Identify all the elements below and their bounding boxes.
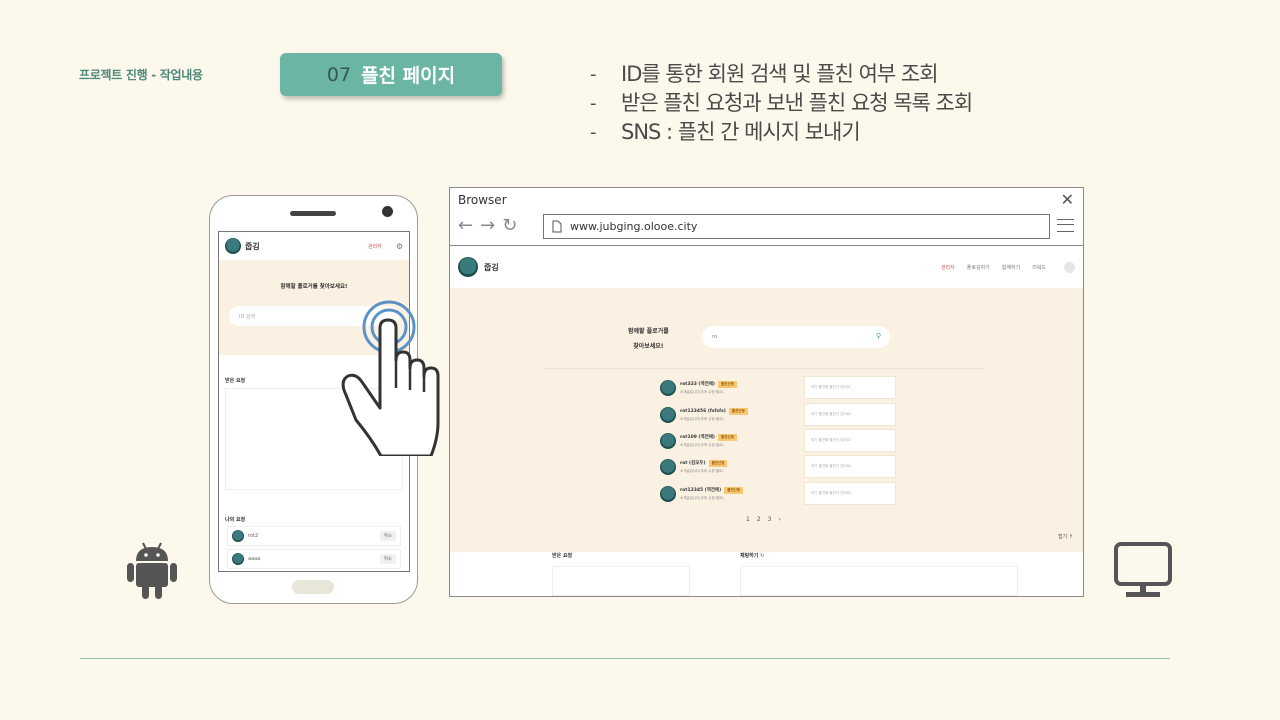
search-result-row: rot (김모두) 플친신청 소개글입니다(추후 수정 필요) 여기 플친할 플친…	[660, 455, 896, 478]
web-header: 줍깅 관리자 플로깅하기 함께하기 리워드	[450, 246, 1083, 288]
title-number: 07	[326, 63, 352, 86]
received-requests-box	[552, 566, 690, 596]
avatar	[660, 458, 676, 475]
menu-icon[interactable]: ⚙	[396, 242, 403, 251]
avatar	[660, 432, 676, 449]
web-search-input[interactable]: ro ⚲	[702, 326, 890, 348]
hamburger-menu-icon[interactable]	[1057, 219, 1074, 232]
logo-icon	[225, 238, 241, 254]
mobile-sent-label: 나의 요청	[225, 517, 246, 523]
browser-nav: ← → ↻	[458, 215, 517, 236]
chat-box	[740, 566, 1018, 596]
logo-icon	[458, 257, 478, 277]
web-hero: 함께할 플로거를 찾아보세요! ro ⚲ rot323 (역전에) 플친신청 소개…	[450, 288, 1083, 552]
message-box[interactable]: 여기 플친할 플친이 있어요!	[804, 455, 896, 478]
page-icon	[552, 220, 562, 233]
friend-request-button[interactable]: 플친신청	[724, 486, 744, 494]
message-box[interactable]: 여기 플친할 플친이 있어요!	[804, 482, 896, 505]
android-icon	[127, 542, 177, 599]
list-item: rot2 취소	[227, 526, 401, 546]
fold-button[interactable]: 접기 ↑	[1058, 533, 1073, 540]
bullet-item: - 받은 플친 요청과 보낸 플친 요청 목록 조회	[590, 91, 973, 115]
web-page: 줍깅 관리자 플로깅하기 함께하기 리워드 함께할 플로거를 찾아보세요! ro…	[450, 246, 1083, 596]
divider	[544, 368, 984, 369]
desktop-monitor-icon	[1114, 542, 1172, 597]
chat-label: 채팅하기 ↻	[740, 553, 765, 559]
friend-request-button[interactable]: 플친신청	[717, 433, 737, 441]
phone-camera	[382, 206, 393, 217]
profile-icon[interactable]	[1064, 261, 1075, 273]
nav-admin[interactable]: 관리자	[941, 264, 955, 271]
nav-together[interactable]: 함께하기	[1002, 264, 1020, 271]
avatar	[660, 379, 676, 396]
friend-request-button[interactable]: 플친신청	[728, 407, 748, 415]
search-result-row: rot323 (역전에) 플친신청 소개글입니다(추후 수정 필요) 여기 플친할…	[660, 376, 896, 399]
web-logo-text[interactable]: 줍깅	[484, 262, 935, 273]
back-arrow-icon[interactable]: ←	[458, 215, 473, 236]
footer-divider	[80, 658, 1170, 659]
mobile-admin-link[interactable]: 관리자	[368, 243, 382, 250]
message-box[interactable]: 여기 플친할 플친이 있어요!	[804, 376, 896, 399]
search-icon[interactable]: ⚲	[876, 332, 881, 340]
avatar	[660, 485, 676, 502]
web-lead: 함께할 플로거를 찾아보세요!	[628, 328, 669, 350]
list-item: aaaa 취소	[227, 549, 401, 569]
search-result-row: rot123456 (fsfsfs) 플친신청 소개글입니다(추후 수정 필요) …	[660, 403, 896, 426]
nav-reward[interactable]: 리워드	[1032, 264, 1046, 271]
close-icon[interactable]: ✕	[1061, 190, 1074, 209]
next-page-link[interactable]: ›	[778, 516, 780, 523]
bullet-item: - ID를 통한 회원 검색 및 플친 여부 조회	[590, 62, 939, 86]
avatar	[660, 406, 676, 423]
phone-speaker	[290, 211, 336, 216]
bullet-item: - SNS : 플친 간 메시지 보내기	[590, 120, 861, 144]
web-nav: 관리자 플로깅하기 함께하기 리워드	[941, 264, 1046, 271]
avatar	[232, 530, 244, 542]
nav-plogging[interactable]: 플로깅하기	[967, 264, 990, 271]
friend-request-button[interactable]: 플친신청	[708, 459, 728, 467]
refresh-icon[interactable]: ↻	[760, 553, 764, 559]
pagination: 1 2 3 ›	[746, 516, 781, 523]
browser-title: Browser	[458, 193, 507, 207]
received-requests-label: 받은 요청	[552, 553, 573, 559]
phone-home-button	[292, 580, 334, 594]
page-link[interactable]: 3	[768, 516, 772, 523]
search-result-row: rot12345 (역전에) 플친신청 소개글입니다(추후 수정 필요) 여기 플…	[660, 482, 896, 505]
message-box[interactable]: 여기 플친할 플친이 있어요!	[804, 403, 896, 426]
cancel-button[interactable]: 취소	[379, 531, 396, 541]
forward-arrow-icon[interactable]: →	[480, 215, 495, 236]
section-label: 프로젝트 진행 - 작업내용	[79, 68, 203, 82]
feature-bullets: - ID를 통한 회원 검색 및 플친 여부 조회 - 받은 플친 요청과 보낸 플…	[590, 60, 973, 147]
title-text: 플친 페이지	[361, 65, 456, 87]
slide-title: 07 플친 페이지	[280, 53, 502, 96]
avatar	[232, 553, 244, 565]
url-text: www.jubging.olooe.city	[570, 220, 698, 233]
refresh-icon[interactable]: ↻	[502, 215, 517, 236]
cancel-button[interactable]: 취소	[379, 554, 396, 564]
friend-request-button[interactable]: 플친신청	[717, 380, 737, 388]
mobile-header: 줍깅 관리자 ⚙	[219, 232, 409, 260]
search-result-row: rot109 (역전에) 플친신청 소개글입니다(추후 수정 필요) 여기 플친할…	[660, 429, 896, 452]
message-box[interactable]: 여기 플친할 플친이 있어요!	[804, 429, 896, 452]
tap-hand-icon	[341, 300, 440, 456]
page-link[interactable]: 2	[757, 516, 761, 523]
mobile-logo-text[interactable]: 줍깅	[245, 241, 364, 252]
page-link[interactable]: 1	[746, 516, 750, 523]
mobile-lead: 함께할 플로거를 찾아보세요!	[280, 284, 348, 290]
address-bar[interactable]: www.jubging.olooe.city	[543, 214, 1050, 239]
browser-window: Browser ✕ ← → ↻ www.jubging.olooe.city 줍…	[449, 187, 1084, 597]
